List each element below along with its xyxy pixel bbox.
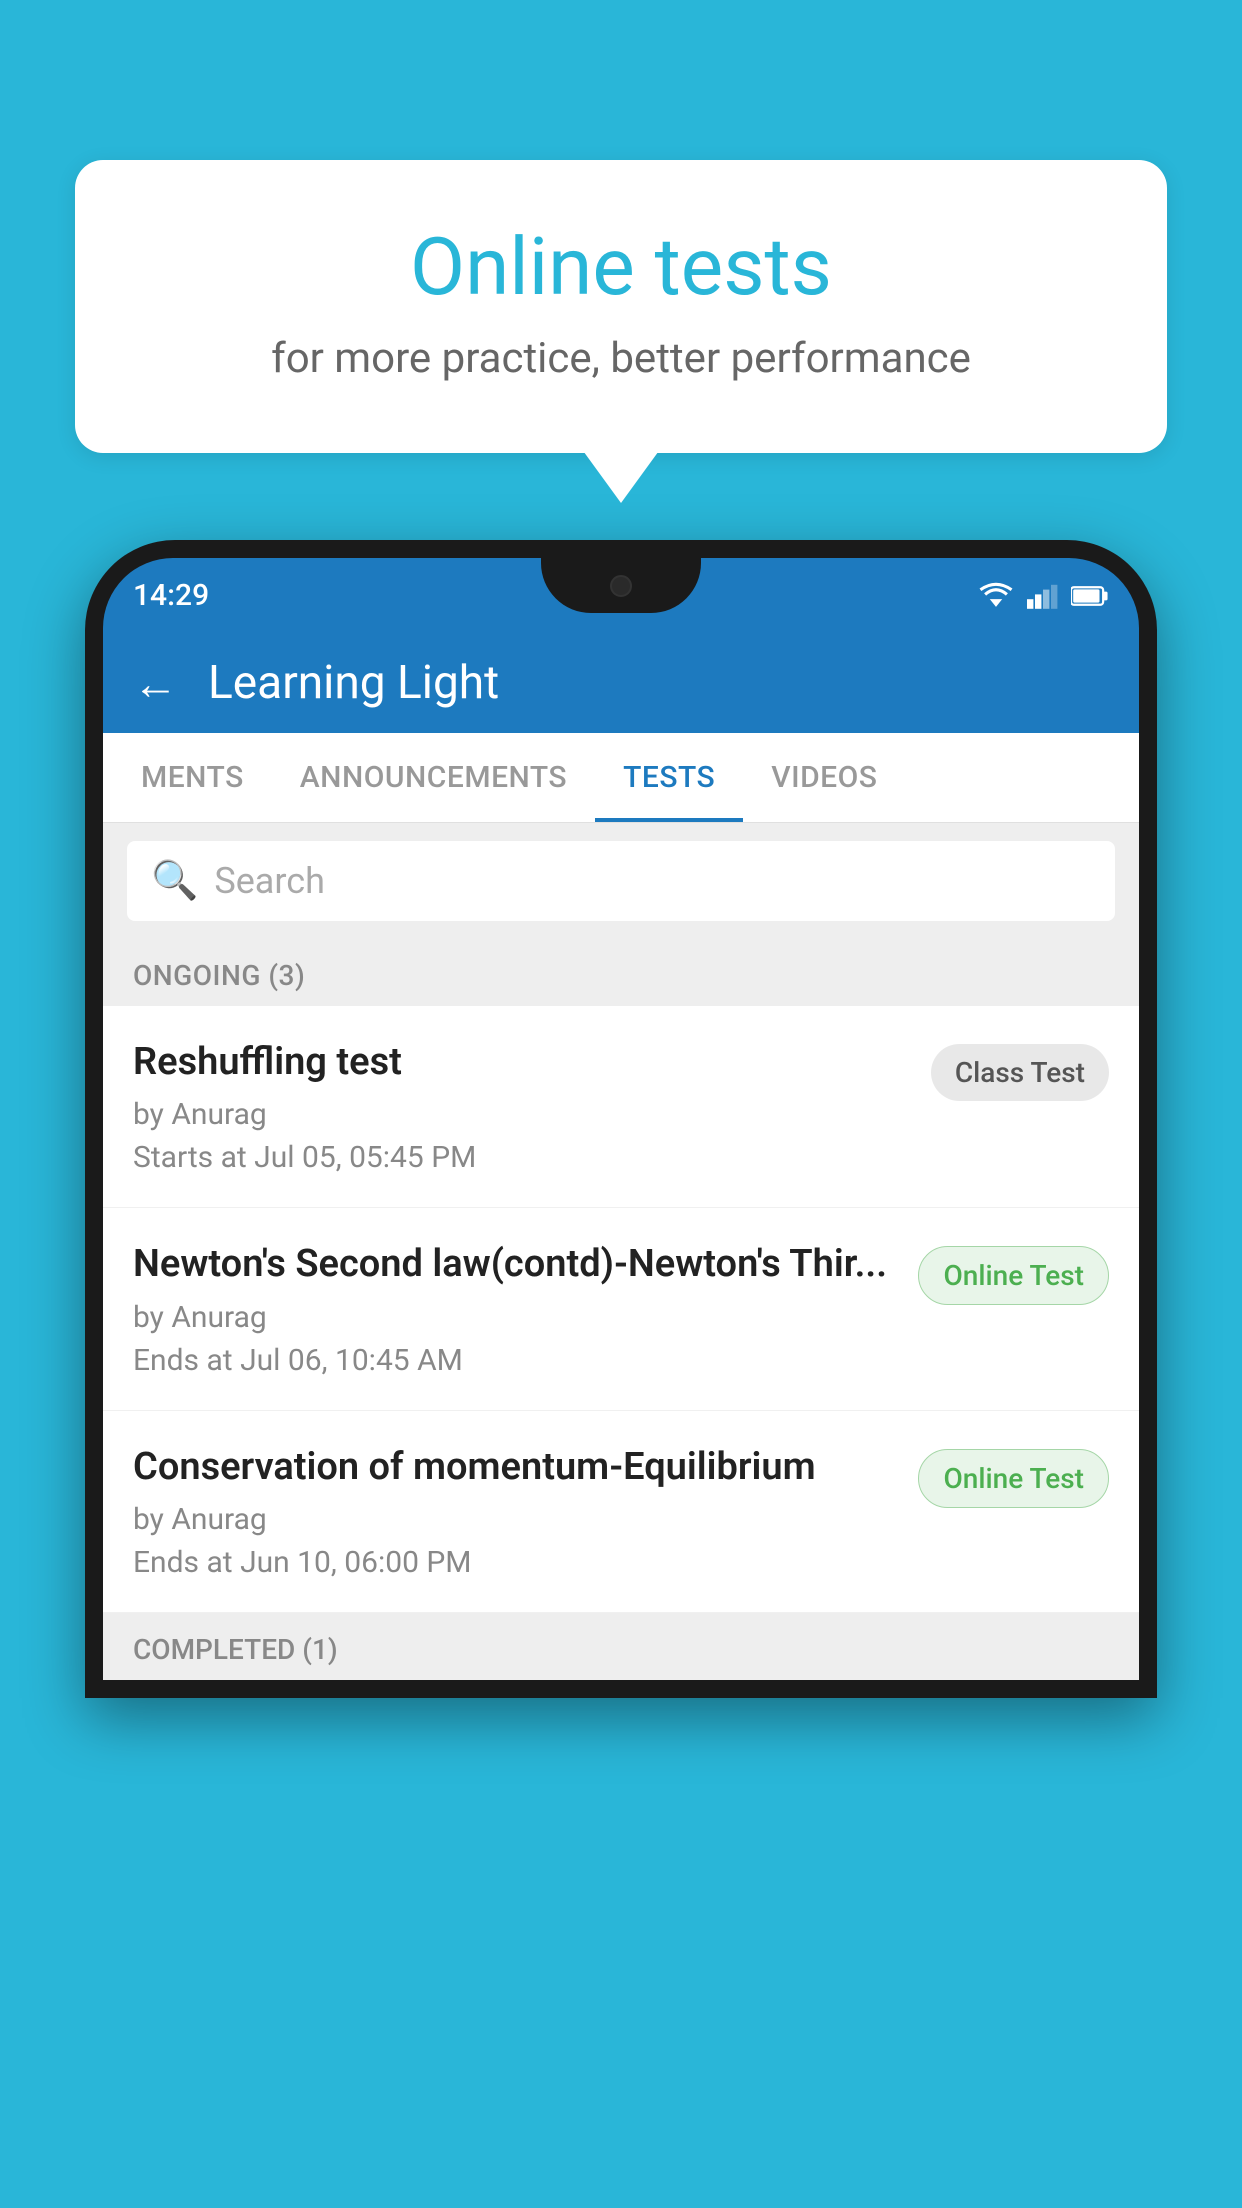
test-author-2: by Anurag <box>133 1300 898 1335</box>
test-badge-3: Online Test <box>918 1449 1109 1508</box>
phone-outer: 14:29 <box>85 540 1157 1698</box>
bubble-subtitle: for more practice, better performance <box>155 334 1087 383</box>
test-item-1[interactable]: Reshuffling test by Anurag Starts at Jul… <box>103 1006 1139 1208</box>
tab-videos[interactable]: VIDEOS <box>743 733 905 822</box>
test-item-3[interactable]: Conservation of momentum-Equilibrium by … <box>103 1411 1139 1613</box>
signal-icon <box>1027 582 1059 610</box>
test-name-3: Conservation of momentum-Equilibrium <box>133 1443 898 1492</box>
test-badge-2: Online Test <box>918 1246 1109 1305</box>
test-author-3: by Anurag <box>133 1502 898 1537</box>
tabs-bar: MENTS ANNOUNCEMENTS TESTS VIDEOS <box>103 733 1139 823</box>
wifi-icon <box>977 582 1015 610</box>
test-badge-1: Class Test <box>931 1044 1109 1101</box>
test-item-2[interactable]: Newton's Second law(contd)-Newton's Thir… <box>103 1208 1139 1410</box>
bubble-title: Online tests <box>155 220 1087 314</box>
tab-ments[interactable]: MENTS <box>113 733 272 822</box>
tab-tests[interactable]: TESTS <box>595 733 743 822</box>
test-info-2: Newton's Second law(contd)-Newton's Thir… <box>133 1240 898 1377</box>
section-completed-label: COMPLETED (1) <box>133 1633 1109 1666</box>
search-input[interactable]: Search <box>214 860 325 902</box>
app-title: Learning Light <box>208 656 499 710</box>
tab-announcements[interactable]: ANNOUNCEMENTS <box>272 733 595 822</box>
camera <box>610 575 632 597</box>
search-bar[interactable]: 🔍 Search <box>127 841 1115 921</box>
promo-bubble: Online tests for more practice, better p… <box>75 160 1167 453</box>
phone-screen: MENTS ANNOUNCEMENTS TESTS VIDEOS 🔍 Searc… <box>103 733 1139 1680</box>
status-time: 14:29 <box>133 578 209 613</box>
app-header: ← Learning Light <box>103 633 1139 733</box>
phone-notch <box>541 558 701 613</box>
section-ongoing-label: ONGOING (3) <box>133 959 1109 992</box>
search-container: 🔍 Search <box>103 823 1139 939</box>
status-icons <box>977 582 1109 610</box>
test-info-1: Reshuffling test by Anurag Starts at Jul… <box>133 1038 911 1175</box>
test-info-3: Conservation of momentum-Equilibrium by … <box>133 1443 898 1580</box>
phone-frame: 14:29 <box>85 540 1157 2208</box>
test-list: Reshuffling test by Anurag Starts at Jul… <box>103 1006 1139 1613</box>
battery-icon <box>1071 585 1109 607</box>
test-name-1: Reshuffling test <box>133 1038 911 1087</box>
test-name-2: Newton's Second law(contd)-Newton's Thir… <box>133 1240 898 1289</box>
test-time-1: Starts at Jul 05, 05:45 PM <box>133 1140 911 1175</box>
test-time-2: Ends at Jul 06, 10:45 AM <box>133 1343 898 1378</box>
test-time-3: Ends at Jun 10, 06:00 PM <box>133 1545 898 1580</box>
section-ongoing-header: ONGOING (3) <box>103 939 1139 1006</box>
back-button[interactable]: ← <box>133 661 178 706</box>
section-completed-header: COMPLETED (1) <box>103 1613 1139 1680</box>
search-icon: 🔍 <box>151 859 198 903</box>
test-author-1: by Anurag <box>133 1097 911 1132</box>
